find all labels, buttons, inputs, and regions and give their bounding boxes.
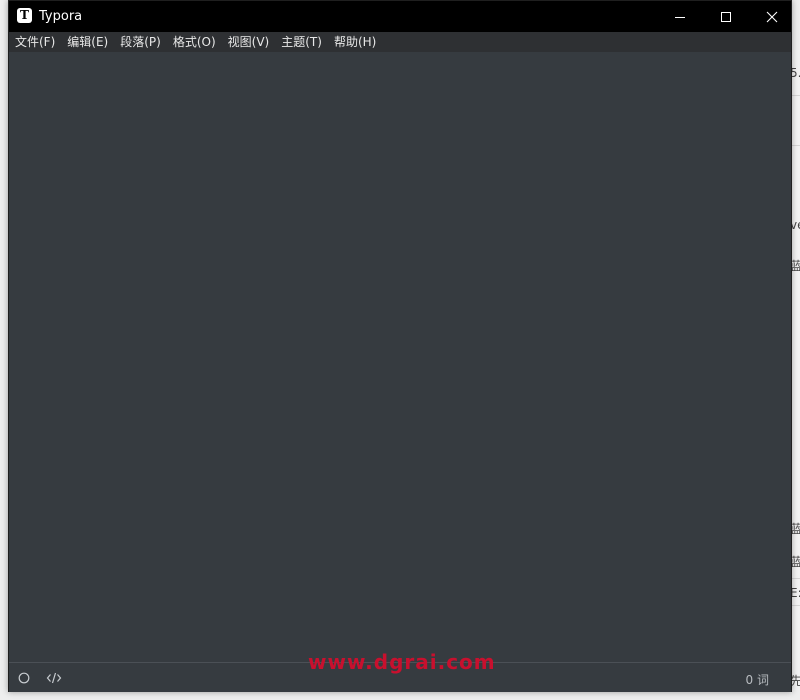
watermark: www.dgrai.com [308, 650, 496, 674]
close-icon [766, 11, 778, 22]
circle-icon [18, 672, 30, 684]
close-button[interactable] [749, 1, 795, 32]
maximize-icon [721, 11, 731, 22]
editor-area[interactable] [9, 52, 791, 662]
menu-paragraph[interactable]: 段落(P) [116, 32, 165, 52]
menu-bar: 文件(F) 编辑(E) 段落(P) 格式(O) 视图(V) 主题(T) 帮助(H… [9, 32, 791, 52]
code-icon [46, 672, 62, 684]
typora-logo-icon: T [17, 8, 32, 23]
word-count[interactable]: 0 词 [746, 671, 769, 688]
typora-window: T Typora 文件(F) 编辑(E) 段落(P) 格式(O) 视图(V) 主… [8, 0, 792, 692]
menu-edit[interactable]: 编辑(E) [63, 32, 112, 52]
source-code-mode-button[interactable] [45, 669, 63, 687]
maximize-button[interactable] [703, 1, 749, 32]
window-title: Typora [39, 9, 83, 24]
minimize-icon [675, 16, 685, 18]
menu-theme[interactable]: 主题(T) [277, 32, 326, 52]
title-bar[interactable]: T Typora [9, 1, 791, 32]
menu-view[interactable]: 视图(V) [224, 32, 274, 52]
toggle-outline-button[interactable] [15, 669, 33, 687]
minimize-button[interactable] [657, 1, 703, 32]
menu-format[interactable]: 格式(O) [169, 32, 220, 52]
menu-file[interactable]: 文件(F) [11, 32, 59, 52]
menu-help[interactable]: 帮助(H) [330, 32, 380, 52]
